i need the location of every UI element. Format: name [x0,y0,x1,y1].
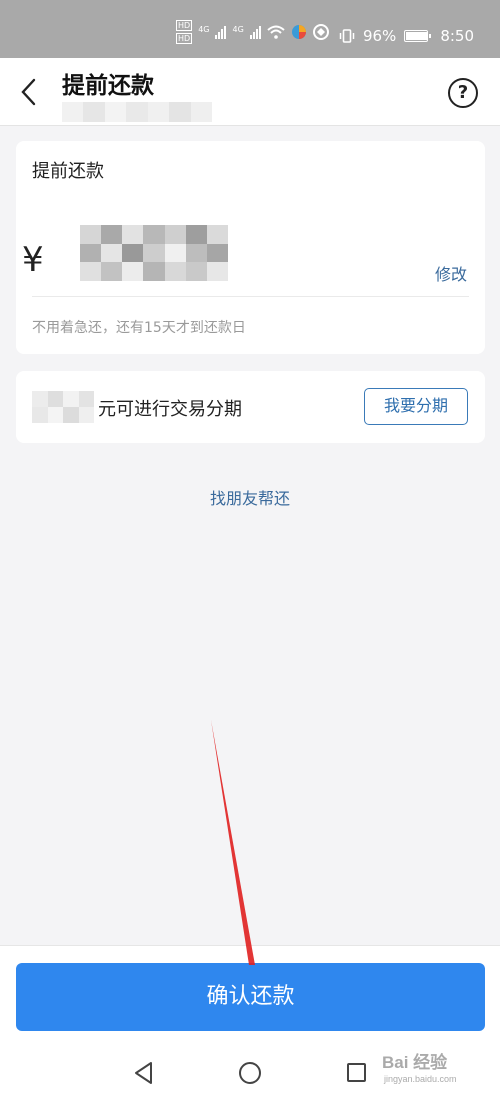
app-notification-icon [312,24,329,40]
signal-icon [249,25,261,39]
nav-home-icon[interactable] [239,1062,261,1084]
installment-button[interactable]: 我要分期 [364,388,468,425]
divider [32,296,469,297]
battery-icon [404,30,432,42]
watermark-url: jingyan.baidu.com [384,1074,457,1084]
app-notification-icon [291,25,306,39]
currency-symbol: ¥ [22,240,44,280]
nav-back-icon[interactable] [133,1061,155,1085]
app-header: 提前还款 ? [0,58,500,126]
battery-percent: 96% [362,27,397,45]
repay-card: 提前还款 修改 不用着急还，还有15天才到还款日 [16,141,485,354]
back-button[interactable] [14,74,46,110]
clock: 8:50 [440,27,474,45]
installment-text: 元可进行交易分期 [98,399,242,420]
network-label: 4G [232,24,244,34]
modify-amount-link[interactable]: 修改 [435,261,467,285]
redacted-subtitle [62,102,212,122]
card-title: 提前还款 [32,161,104,182]
wifi-icon [267,25,285,39]
page-title: 提前还款 [62,73,154,99]
signal-icon [215,25,227,39]
redacted-installment-amount [32,391,94,423]
friend-pay-link[interactable]: 找朋友帮还 [0,485,500,509]
hd-icon: HD [176,20,193,31]
watermark-logo: Bai 经验 [382,1053,448,1072]
network-label: 4G [198,24,210,34]
question-mark-icon: ? [457,82,469,103]
hd-icon: HD [176,33,193,44]
chevron-left-icon [21,78,36,106]
help-button[interactable]: ? [448,78,478,108]
installment-card: 元可进行交易分期 我要分期 [16,371,485,443]
status-bar: HD HD 4G 4G 96% 8:50 [0,0,500,58]
redacted-amount[interactable] [80,225,228,281]
vibrate-icon [339,29,355,43]
baidu-watermark: Bai 经验 jingyan.baidu.com [382,1042,492,1096]
due-date-hint: 不用着急还，还有15天才到还款日 [32,320,246,336]
nav-recent-apps-icon[interactable] [347,1063,366,1082]
confirm-repay-button[interactable]: 确认还款 [16,963,485,1031]
